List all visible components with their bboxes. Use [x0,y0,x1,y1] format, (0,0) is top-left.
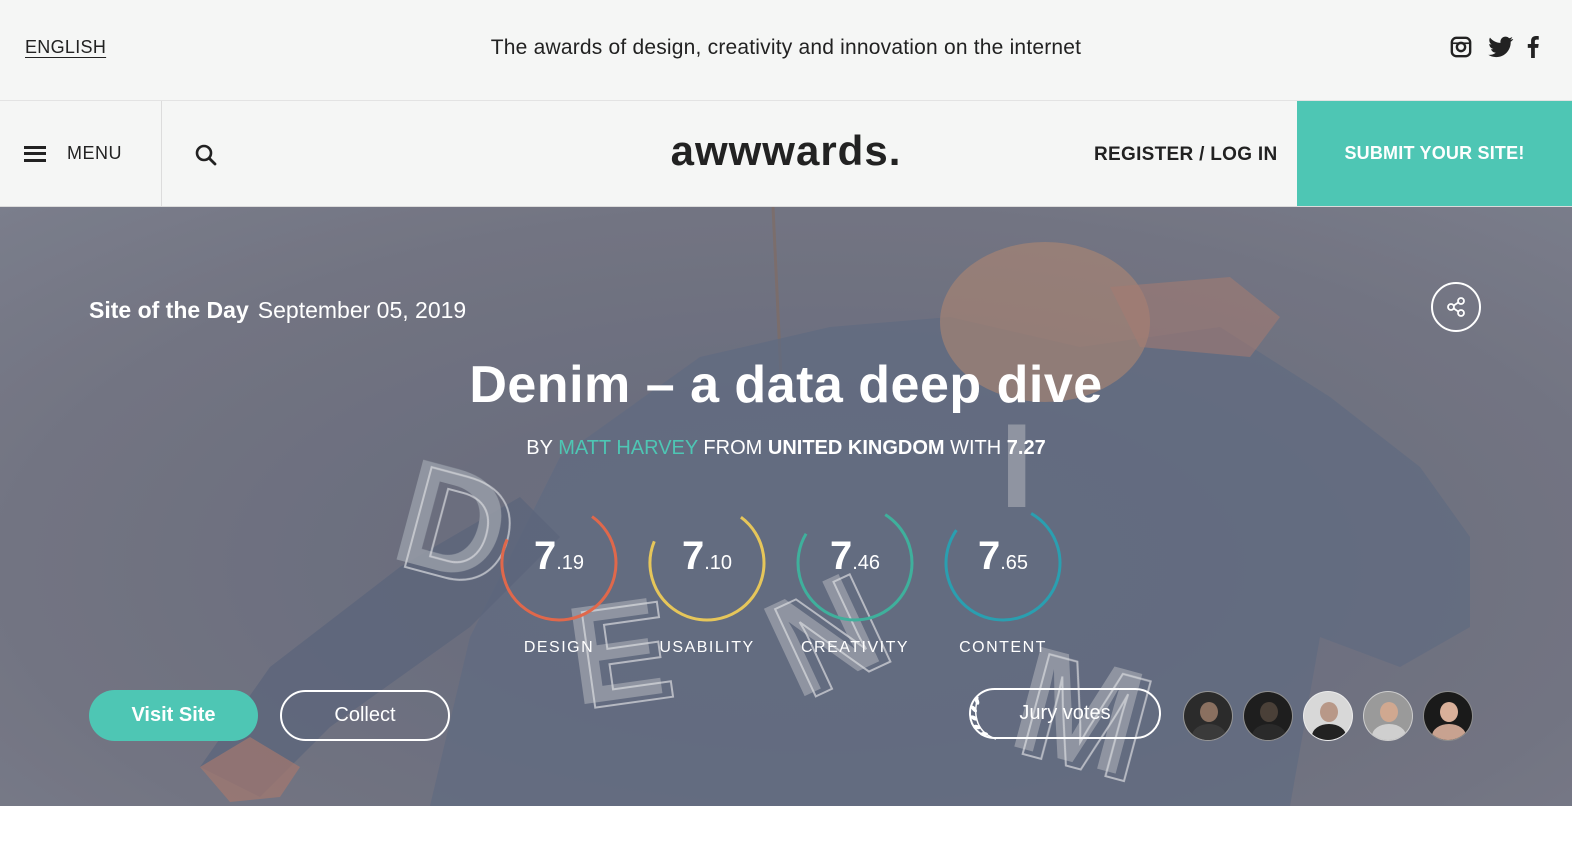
score-decimal: .10 [704,552,733,574]
sotd-date: September 05, 2019 [257,297,467,323]
jury-avatar[interactable] [1303,691,1353,741]
jury-avatar[interactable] [1183,691,1233,741]
hero-site-of-the-day: D E N I M D E N M Site of the Day Septemb… [0,207,1572,806]
jury-avatar[interactable] [1243,691,1293,741]
submit-site-button[interactable]: SUBMIT YOUR SITE! [1297,101,1572,206]
site-logo[interactable]: awwwards. [671,127,902,174]
tagline: The awards of design, creativity and inn… [490,36,1082,59]
hamburger-icon [24,145,46,162]
site-byline: BY MATT HARVEY FROM UNITED KINGDOM WITH … [0,437,1572,460]
twitter-icon[interactable] [1488,36,1514,60]
by-prefix: BY [526,437,553,459]
search-icon[interactable] [194,143,218,167]
overall-score: 7.27 [1006,437,1046,459]
score-usability: 7.10 USABILITY [648,504,766,657]
score-label: CONTENT [959,639,1047,656]
site-title: Denim – a data deep dive [469,356,1103,414]
jury-avatars [1183,691,1473,741]
with-prefix: WITH [950,437,1002,459]
score-design: 7.19 DESIGN [500,504,618,657]
main-nav: MENU awwwards. REGISTER / LOG IN SUBMIT … [0,101,1572,207]
menu-label: MENU [67,143,122,163]
score-label: CREATIVITY [800,639,910,656]
register-login-link[interactable]: REGISTER / LOG IN [1094,144,1278,166]
score-decimal: .65 [1000,552,1029,574]
jury-votes-button[interactable]: Jury votes [969,688,1161,739]
score-creativity: 7.46 CREATIVITY [796,504,914,657]
score-whole: 7 [829,534,853,578]
score-whole: 7 [533,534,557,578]
facebook-icon[interactable] [1526,36,1550,60]
score-whole: 7 [681,534,705,578]
social-links [1450,36,1550,60]
score-label: DESIGN [523,639,595,656]
top-bar: ENGLISH The awards of design, creativity… [0,0,1572,101]
score-content: 7.65 CONTENT [944,504,1062,657]
visit-site-button[interactable]: Visit Site [89,690,258,741]
score-circles: 7.19 DESIGN 7.10 USABILITY 7.46 CREATIVI… [500,504,1062,657]
menu-button[interactable]: MENU [0,101,162,206]
score-label: USABILITY [659,639,755,656]
score-decimal: .46 [852,552,881,574]
author-country: UNITED KINGDOM [767,437,945,459]
share-button[interactable] [1431,282,1481,332]
score-whole: 7 [977,534,1001,578]
jury-avatar[interactable] [1363,691,1413,741]
score-decimal: .19 [556,552,585,574]
sotd-badge: Site of the Day [89,297,249,323]
from-prefix: FROM [703,437,763,459]
instagram-icon[interactable] [1450,36,1474,60]
collect-button[interactable]: Collect [280,690,450,741]
jury-avatar[interactable] [1423,691,1473,741]
site-of-the-day-heading: Site of the Day September 05, 2019 [89,297,466,324]
share-icon [1447,297,1465,317]
author-link[interactable]: MATT HARVEY [558,437,698,459]
